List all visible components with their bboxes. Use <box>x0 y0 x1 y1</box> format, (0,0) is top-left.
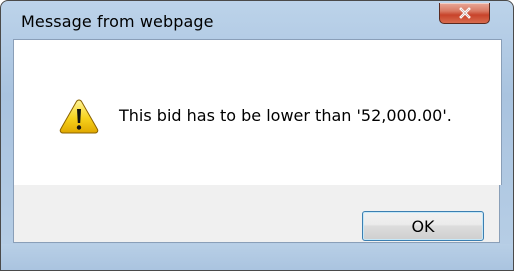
warning-icon <box>59 99 99 134</box>
close-button[interactable] <box>439 3 490 24</box>
ok-button[interactable]: OK <box>362 211 484 241</box>
dialog-message: This bid has to be lower than '52,000.00… <box>119 106 452 125</box>
dialog-title: Message from webpage <box>21 12 214 31</box>
dialog-footer: OK <box>13 185 500 243</box>
dialog-content: This bid has to be lower than '52,000.00… <box>13 39 502 185</box>
window-frame-bottom <box>1 244 513 270</box>
close-icon <box>458 7 471 19</box>
title-bar[interactable]: Message from webpage <box>1 1 513 41</box>
message-dialog: Message from webpage This bid has to be … <box>0 0 514 271</box>
